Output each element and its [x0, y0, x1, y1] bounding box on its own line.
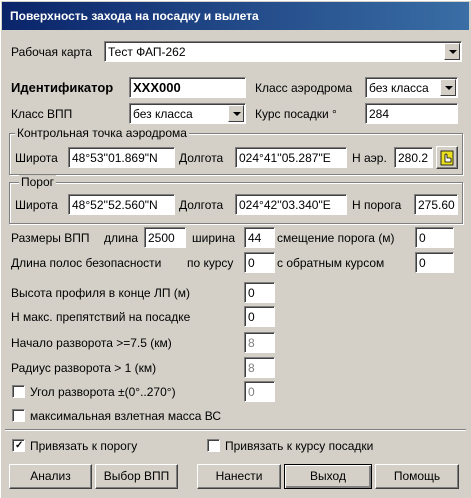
turn-start-input[interactable]: 8 [244, 332, 275, 353]
runway-width-input[interactable]: 44 [244, 227, 275, 248]
runway-length-label: длина [104, 231, 139, 245]
threshold-h-input[interactable]: 275.60 [414, 194, 458, 215]
bind-course-label: Привязать к курсу посадки [225, 439, 374, 453]
aerodrome-class-label: Класс аэродрома [255, 81, 353, 95]
ident-input[interactable]: XXX000 [129, 77, 246, 98]
control-point-lon-label: Долгота [179, 151, 224, 165]
control-point-legend: Контрольная точка аэродрома [15, 126, 189, 140]
separator [5, 429, 466, 431]
safety-strip-reverse-label: с обратным курсом [277, 256, 385, 270]
turn-start-label: Начало разворота >=7.5 (км) [11, 336, 172, 350]
threshold-lat-label: Широта [15, 198, 58, 212]
title-bar[interactable]: Поверхность захода на посадку и вылета [2, 2, 469, 30]
safety-strip-label: Длина полос безопасности [11, 256, 162, 270]
control-point-h-input[interactable]: 280.2 [394, 147, 433, 168]
window-title: Поверхность захода на посадку и вылета [10, 9, 259, 23]
landing-course-input[interactable]: 284 [365, 103, 458, 124]
runway-length-input[interactable]: 2500 [144, 227, 186, 248]
runway-class-label: Класс ВПП [11, 107, 73, 121]
turn-radius-input[interactable]: 8 [244, 357, 275, 378]
threshold-offset-input[interactable]: 0 [415, 227, 454, 248]
aerodrome-class-select[interactable]: без класса [365, 77, 458, 98]
turn-angle-label: Угол разворота ±(0°..270°) [30, 385, 176, 399]
safety-strip-course-label: по курсу [187, 256, 234, 270]
aerodrome-class-value: без класса [369, 81, 429, 95]
turn-angle-checkbox[interactable] [12, 385, 25, 398]
pick-point-button[interactable] [436, 146, 458, 169]
apply-button[interactable]: Нанести [197, 464, 281, 489]
dialog-window: Поверхность захода на посадку и вылета Р… [0, 0, 471, 498]
threshold-lat-input[interactable]: 48°52''52.560"N [68, 194, 175, 215]
control-point-lon-input[interactable]: 024°41''05.287"E [235, 147, 347, 168]
threshold-legend: Порог [19, 175, 57, 189]
threshold-offset-label: смещение порога (м) [277, 231, 395, 245]
analyze-button[interactable]: Анализ [9, 464, 92, 489]
max-obstacle-input[interactable]: 0 [244, 306, 275, 327]
control-point-lat-label: Широта [15, 151, 58, 165]
chevron-down-icon[interactable] [444, 43, 460, 60]
control-point-h-label: H аэр. [352, 151, 387, 165]
max-takeoff-label: максимальная взлетная масса ВС [30, 409, 222, 423]
select-runway-button[interactable]: Выбор ВПП [95, 464, 178, 489]
profile-height-label: Высота профиля в конце ЛП (м) [11, 286, 191, 300]
landing-course-label: Курс посадки ° [255, 107, 337, 121]
turn-angle-input[interactable]: 0 [244, 381, 275, 402]
bind-course-checkbox[interactable] [207, 439, 220, 452]
safety-strip-course-input[interactable]: 0 [244, 252, 275, 273]
ident-label: Идентификатор [11, 80, 114, 95]
chevron-down-icon[interactable] [228, 105, 244, 122]
threshold-lon-input[interactable]: 024°42''03.340"E [235, 194, 347, 215]
bind-threshold-label: Привязать к порогу [30, 439, 138, 453]
threshold-h-label: H порога [352, 198, 402, 212]
work-map-value: Тест ФАП-262 [108, 45, 186, 59]
max-takeoff-checkbox[interactable] [12, 409, 25, 422]
runway-class-value: без класса [133, 107, 193, 121]
runway-class-select[interactable]: без класса [129, 103, 246, 124]
max-obstacle-label: Н макс. препятствий на посадке [11, 310, 191, 324]
checkmark-icon: ✓ [15, 440, 24, 451]
work-map-label: Рабочая карта [11, 45, 92, 59]
threshold-lon-label: Долгота [179, 198, 224, 212]
hand-pointer-icon [440, 150, 454, 166]
control-point-lat-input[interactable]: 48°53''01.869"N [68, 147, 175, 168]
chevron-down-icon[interactable] [440, 79, 456, 96]
help-button[interactable]: Помощь [375, 464, 459, 489]
turn-radius-label: Радиус разворота > 1 (км) [11, 361, 157, 375]
safety-strip-reverse-input[interactable]: 0 [415, 252, 454, 273]
runway-size-label: Размеры ВПП [11, 231, 90, 245]
bind-threshold-checkbox[interactable]: ✓ [12, 439, 25, 452]
work-map-select[interactable]: Тест ФАП-262 [104, 41, 462, 62]
runway-width-label: ширина [192, 231, 236, 245]
profile-height-input[interactable]: 0 [244, 282, 275, 303]
exit-button[interactable]: Выход [284, 464, 372, 489]
